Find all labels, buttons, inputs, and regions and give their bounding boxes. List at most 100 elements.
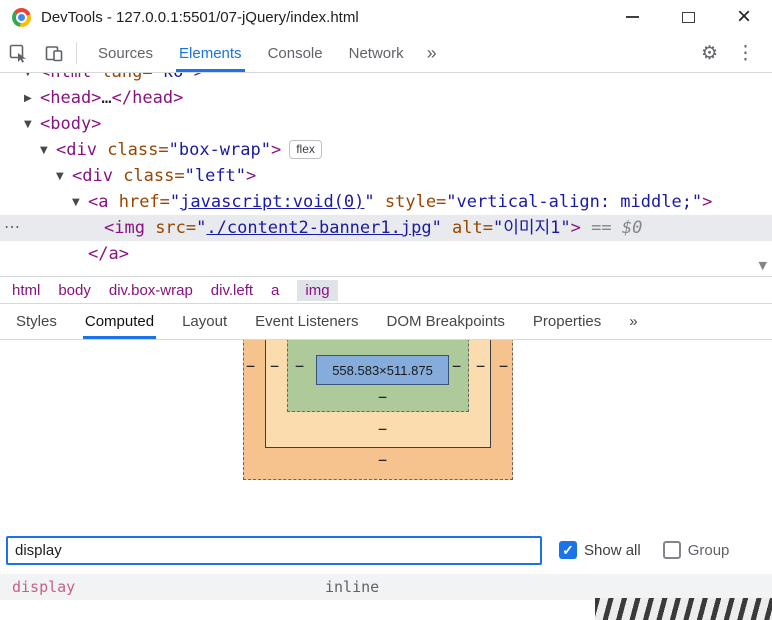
- padding-right-dash[interactable]: −: [452, 359, 461, 374]
- styles-sidebar-tabs: Styles Computed Layout Event Listeners D…: [0, 304, 772, 340]
- chevron-overflow-icon: »: [629, 313, 638, 330]
- padding-bottom-dash[interactable]: −: [378, 390, 387, 405]
- tab-sources[interactable]: Sources: [85, 34, 166, 72]
- chevron-overflow-icon: »: [426, 42, 437, 63]
- crumb-img-selected[interactable]: img: [297, 279, 338, 301]
- show-all-checkbox[interactable]: ✓: [559, 541, 577, 559]
- collapse-arrow-icon[interactable]: ▼: [56, 164, 72, 190]
- attr-value: "ko": [153, 73, 194, 82]
- ellipsis-text[interactable]: …: [101, 88, 111, 108]
- breadcrumb: html body div.box-wrap div.left a img: [0, 277, 772, 304]
- border-right-dash[interactable]: −: [476, 359, 485, 374]
- show-all-label[interactable]: Show all: [584, 542, 641, 559]
- tag-close: >: [570, 218, 581, 238]
- inspect-cursor-icon: [9, 44, 26, 63]
- border-left-dash[interactable]: −: [270, 359, 279, 374]
- tab-properties[interactable]: Properties: [519, 304, 615, 339]
- src-link[interactable]: ./content2-banner1.jpg: [206, 218, 431, 238]
- flex-badge[interactable]: flex: [289, 140, 322, 159]
- device-toolbar-button[interactable]: [36, 34, 72, 72]
- tag-close: >: [194, 73, 204, 82]
- quote: ": [364, 192, 375, 212]
- tab-network[interactable]: Network: [336, 34, 417, 72]
- quote: ": [196, 218, 207, 238]
- group-checkbox[interactable]: [662, 541, 681, 559]
- padding-left-dash[interactable]: −: [295, 359, 304, 374]
- dom-node-img-selected[interactable]: ⋯ <img src="./content2-banner1.jpg" alt="…: [0, 215, 772, 241]
- crumb-a[interactable]: a: [271, 282, 279, 299]
- filter-input[interactable]: [6, 535, 542, 565]
- dom-node-div-left[interactable]: ▼ <div class="left">: [0, 163, 772, 189]
- margin-right-dash[interactable]: −: [499, 359, 508, 374]
- tab-console[interactable]: Console: [255, 34, 336, 72]
- attr-name: class=: [112, 166, 185, 186]
- margin-bottom-dash[interactable]: −: [378, 453, 387, 468]
- group-label[interactable]: Group: [688, 542, 730, 559]
- attr-value: "left": [184, 166, 247, 186]
- dom-node-div-box-wrap[interactable]: ▼ <div class="box-wrap"> flex: [0, 137, 772, 163]
- tab-computed[interactable]: Computed: [71, 304, 168, 339]
- border-bottom-dash[interactable]: −: [378, 422, 387, 437]
- computed-property-row[interactable]: display inline: [0, 574, 772, 600]
- minimize-button[interactable]: [604, 0, 660, 34]
- attr-name: src=: [144, 218, 197, 238]
- dom-node-anchor[interactable]: ▼ <a href="javascript:void(0)" style="ver…: [0, 189, 772, 215]
- three-dot-menu-icon: ⋮: [736, 42, 755, 64]
- settings-button[interactable]: ⚙: [692, 44, 727, 63]
- tag-open: <div: [72, 166, 113, 186]
- tag-open: <img: [104, 218, 145, 238]
- dollar-zero-text: $0: [621, 218, 643, 238]
- dom-node-html[interactable]: ▼<html lang="ko">: [0, 73, 772, 85]
- dom-node-body[interactable]: ▼ <body>: [0, 111, 772, 137]
- collapse-arrow-icon[interactable]: ▼: [24, 73, 40, 85]
- collapse-arrow-icon[interactable]: ▼: [72, 190, 88, 216]
- device-toolbar-icon: [45, 46, 63, 62]
- minimize-icon: [625, 16, 639, 18]
- window-titlebar: DevTools - 127.0.0.1:5501/07-jQuery/inde…: [0, 0, 772, 34]
- devtools-toolbar: Sources Elements Console Network » ⚙ ⋮: [0, 34, 772, 73]
- tab-dom-breakpoints[interactable]: DOM Breakpoints: [373, 304, 519, 339]
- tag-open: <div: [56, 140, 97, 160]
- tab-styles[interactable]: Styles: [2, 304, 71, 339]
- main-menu-button[interactable]: ⋮: [727, 44, 764, 63]
- more-sidebar-tabs-button[interactable]: »: [615, 304, 651, 339]
- expand-arrow-icon[interactable]: ▶: [24, 86, 40, 112]
- crumb-html[interactable]: html: [12, 282, 40, 299]
- tag-close: >: [270, 140, 282, 160]
- attr-name: alt=: [441, 218, 493, 238]
- attr-name: href=: [108, 192, 170, 212]
- page-behind-stripes: [595, 598, 772, 620]
- tab-elements[interactable]: Elements: [166, 34, 255, 72]
- gear-icon: ⚙: [700, 42, 718, 64]
- close-button[interactable]: ×: [716, 0, 772, 34]
- more-actions-icon[interactable]: ⋯: [4, 215, 20, 241]
- tab-event-listeners[interactable]: Event Listeners: [241, 304, 372, 339]
- margin-left-dash[interactable]: −: [246, 359, 255, 374]
- more-tabs-button[interactable]: »: [417, 34, 447, 72]
- crumb-div-left[interactable]: div.left: [211, 282, 253, 299]
- tab-layout[interactable]: Layout: [168, 304, 241, 339]
- attr-value: "vertical-align: middle;": [446, 192, 703, 212]
- href-link[interactable]: javascript:void(0): [180, 192, 364, 212]
- close-icon: ×: [736, 3, 751, 30]
- dom-node-head[interactable]: ▶ <head>…</head>: [0, 85, 772, 111]
- window-controls: ×: [604, 0, 772, 34]
- computed-filter-bar: ✓ Show all Group: [0, 530, 772, 570]
- collapse-arrow-icon[interactable]: ▼: [40, 138, 56, 164]
- crumb-div-box-wrap[interactable]: div.box-wrap: [109, 282, 193, 299]
- dom-node-anchor-close[interactable]: </a>: [0, 241, 772, 267]
- collapse-arrow-icon[interactable]: ▼: [24, 112, 40, 138]
- maximize-button[interactable]: [660, 0, 716, 34]
- tag-open: <a: [88, 192, 109, 212]
- checkmark-icon: ✓: [562, 541, 574, 558]
- tag-open: <head>: [40, 88, 102, 108]
- clipped-line-wrap: ▼<html lang="ko">: [0, 73, 772, 85]
- maximize-icon: [681, 11, 695, 23]
- box-model-content[interactable]: 558.583×511.875: [316, 355, 449, 385]
- tag-close: >: [246, 166, 257, 186]
- window-title: DevTools - 127.0.0.1:5501/07-jQuery/inde…: [41, 8, 359, 26]
- property-value: inline: [325, 578, 380, 596]
- crumb-body[interactable]: body: [58, 282, 91, 299]
- scroll-down-arrow-icon[interactable]: ▼: [759, 259, 767, 272]
- inspect-element-button[interactable]: [0, 34, 36, 72]
